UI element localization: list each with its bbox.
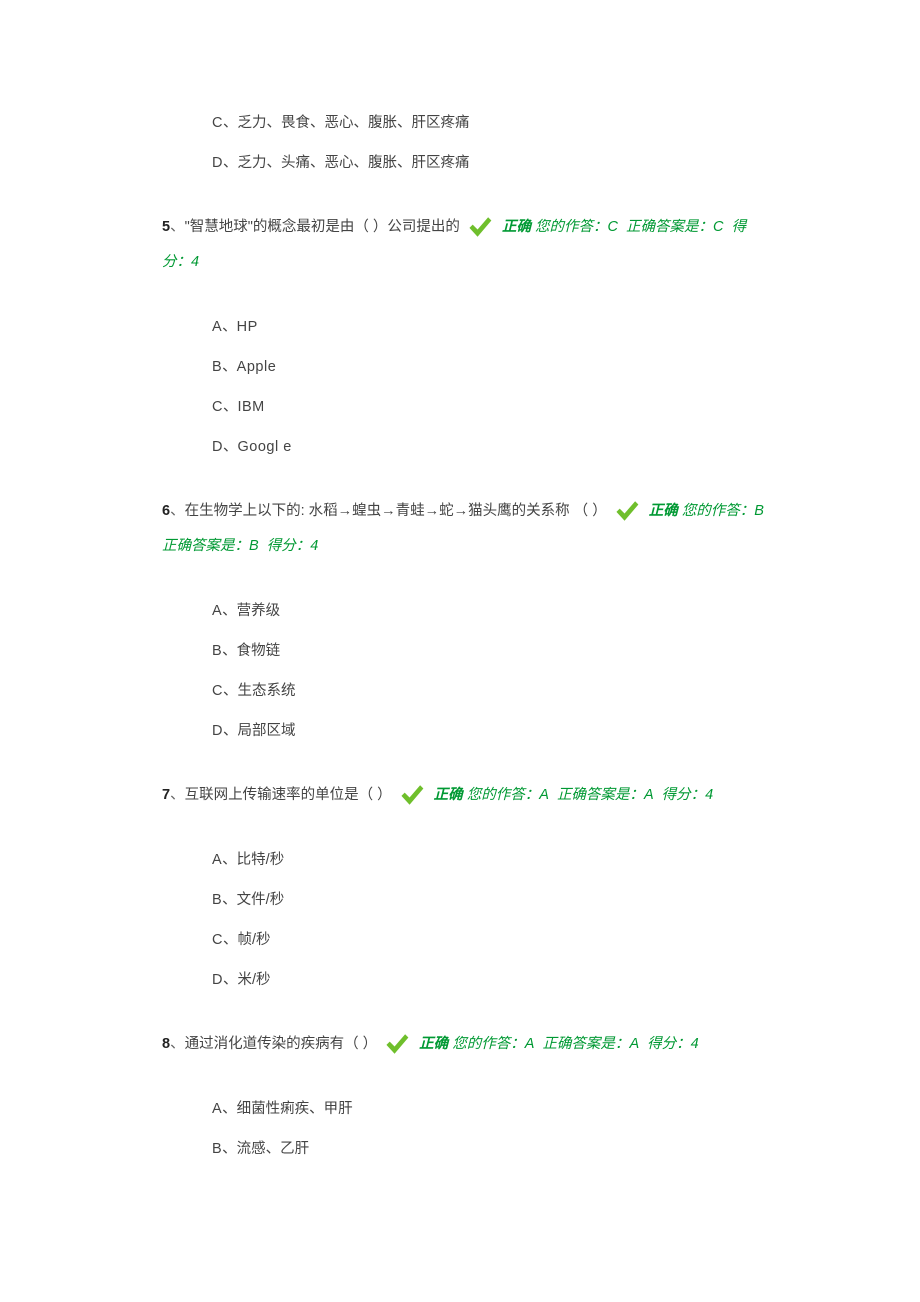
check-icon [398, 782, 426, 808]
question-number: 7 [162, 787, 170, 803]
question-number: 6 [162, 503, 170, 519]
question-number: 8 [162, 1036, 170, 1052]
option-item: B、流感、乙肝 [212, 1136, 770, 1162]
option-text: 乏力、畏食、恶心、腹胀、肝区疼痛 [237, 115, 469, 131]
status-label: 正确 [419, 1036, 448, 1052]
option-item: C、IBM [212, 394, 770, 420]
option-item: A、营养级 [212, 598, 770, 624]
option-item: B、Apple [212, 354, 770, 380]
question-stem: 8、通过消化道传染的疾病有（ ） 正确 您的作答：A 正确答案是：A 得分：4 [162, 1027, 770, 1062]
question-5: 5、"智慧地球"的概念最初是由（ ）公司提出的 正确 您的作答：C 正确答案是：… [162, 210, 770, 460]
option-text: 乏力、头痛、恶心、腹胀、肝区疼痛 [237, 155, 469, 171]
question-6: 6、在生物学上以下的: 水稻→蝗虫→青蛙→蛇→猫头鹰的关系称 （ ） 正确 您的… [162, 494, 770, 744]
options-list: A、HP B、Apple C、IBM D、Googl e [212, 314, 770, 460]
option-item: A、HP [212, 314, 770, 340]
question-text: 在生物学上以下的: 水稻→蝗虫→青蛙→蛇→猫头鹰的关系称 （ ） [185, 503, 607, 519]
option-letter: D [212, 155, 223, 171]
feedback-text: 您的作答：A 正确答案是：A 得分：4 [452, 1036, 699, 1052]
question-text: 互联网上传输速率的单位是（ ） [185, 787, 392, 803]
status-label: 正确 [502, 219, 531, 235]
check-icon [613, 498, 641, 524]
option-letter: C [212, 115, 223, 131]
option-item: C、乏力、畏食、恶心、腹胀、肝区疼痛 [212, 110, 770, 136]
status-label: 正确 [649, 503, 678, 519]
options-list: A、细菌性痢疾、甲肝 B、流感、乙肝 [212, 1096, 770, 1162]
question-8: 8、通过消化道传染的疾病有（ ） 正确 您的作答：A 正确答案是：A 得分：4 … [162, 1027, 770, 1162]
question-stem: 6、在生物学上以下的: 水稻→蝗虫→青蛙→蛇→猫头鹰的关系称 （ ） 正确 您的… [162, 494, 770, 564]
option-item: A、比特/秒 [212, 847, 770, 873]
option-item: B、文件/秒 [212, 887, 770, 913]
question-text: "智慧地球"的概念最初是由（ ）公司提出的 [185, 219, 460, 235]
orphan-options: C、乏力、畏食、恶心、腹胀、肝区疼痛 D、乏力、头痛、恶心、腹胀、肝区疼痛 [212, 110, 770, 176]
check-icon [383, 1031, 411, 1057]
question-7: 7、互联网上传输速率的单位是（ ） 正确 您的作答：A 正确答案是：A 得分：4… [162, 778, 770, 993]
question-text: 通过消化道传染的疾病有（ ） [185, 1036, 378, 1052]
question-stem: 5、"智慧地球"的概念最初是由（ ）公司提出的 正确 您的作答：C 正确答案是：… [162, 210, 770, 280]
option-item: A、细菌性痢疾、甲肝 [212, 1096, 770, 1122]
option-item: D、米/秒 [212, 967, 770, 993]
option-item: C、帧/秒 [212, 927, 770, 953]
option-item: C、生态系统 [212, 678, 770, 704]
check-icon [466, 214, 494, 240]
question-number: 5 [162, 219, 170, 235]
options-list: A、比特/秒 B、文件/秒 C、帧/秒 D、米/秒 [212, 847, 770, 993]
option-item: D、局部区域 [212, 718, 770, 744]
status-label: 正确 [434, 787, 463, 803]
option-item: D、Googl e [212, 434, 770, 460]
options-list: A、营养级 B、食物链 C、生态系统 D、局部区域 [212, 598, 770, 744]
question-stem: 7、互联网上传输速率的单位是（ ） 正确 您的作答：A 正确答案是：A 得分：4 [162, 778, 770, 813]
feedback-text: 您的作答：A 正确答案是：A 得分：4 [467, 787, 714, 803]
option-item: D、乏力、头痛、恶心、腹胀、肝区疼痛 [212, 150, 770, 176]
option-item: B、食物链 [212, 638, 770, 664]
